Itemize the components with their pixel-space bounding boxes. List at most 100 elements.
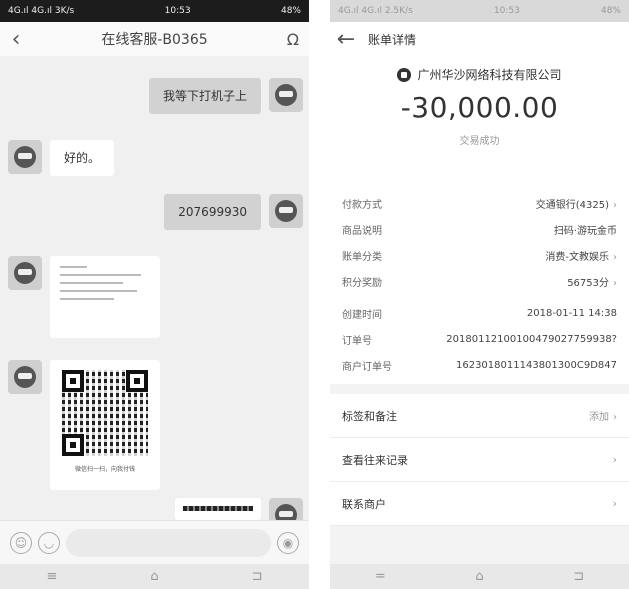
detail-row-order-no: 订单号 20180112100100479027759938? xyxy=(330,326,629,352)
bill-detail-screen: 4G.ıl 4G.ıl 2.5K/s 10:53 48% ← 账单详情 广州华沙… xyxy=(330,0,629,589)
doc-text-line xyxy=(60,274,141,276)
history-row[interactable]: 查看往来记录 › xyxy=(330,438,629,482)
sticker-icon[interactable]: ◡ xyxy=(38,531,60,554)
transaction-summary: 广州华沙网络科技有限公司 -30,000.00 交易成功 xyxy=(330,56,629,186)
status-bar: 4G.ıl 4G.ıl 2.5K/s 10:53 48% xyxy=(330,0,629,22)
chat-title: 在线客服-B0365 xyxy=(101,32,208,48)
doc-text-line xyxy=(60,282,123,284)
detail-label: 积分奖励 xyxy=(342,277,382,289)
merchant-name: 广州华沙网络科技有限公司 xyxy=(417,68,562,82)
merchant-icon xyxy=(397,67,412,82)
system-nav-bar: ≡ ⌂ ⊐ xyxy=(0,564,309,589)
back-icon[interactable]: ⊐ xyxy=(252,569,263,584)
emoji-icon[interactable]: ☺ xyxy=(10,531,32,554)
detail-row-merchant-order-no: 商户订单号 1623018011143801300C9D847 xyxy=(330,352,629,378)
chevron-right-icon: › xyxy=(613,251,617,263)
action-label: 联系商户 xyxy=(342,497,386,511)
detail-value: 消费-文教娱乐 xyxy=(545,251,609,263)
back-arrow-icon[interactable]: ‹ xyxy=(0,27,32,52)
system-nav-bar: = ⌂ ⊐ xyxy=(330,564,629,589)
detail-label: 账单分类 xyxy=(342,251,382,263)
message-incoming xyxy=(8,256,160,338)
trade-status: 交易成功 xyxy=(459,136,500,147)
image-message[interactable] xyxy=(175,498,261,520)
avatar[interactable] xyxy=(8,256,42,290)
profile-icon[interactable]: Ω xyxy=(287,30,299,49)
message-incoming: 微信扫一扫，向我付钱 xyxy=(8,360,160,490)
avatar[interactable] xyxy=(8,140,42,174)
tags-notes-row[interactable]: 标签和备注 添加 › xyxy=(330,394,629,438)
detail-value: 2018-01-11 14:38 xyxy=(526,307,617,319)
message-bubble[interactable]: 好的。 xyxy=(50,140,115,176)
detail-value: 扫码·游玩金币 xyxy=(553,225,617,237)
action-list: 标签和备注 添加 › 查看往来记录 › 联系商户 › xyxy=(330,394,629,526)
home-icon[interactable]: ⌂ xyxy=(475,569,483,584)
message-list[interactable]: 我等下打机子上 好的。 207699930 微信扫一扫，向我付钱 xyxy=(0,56,309,520)
detail-label: 创建时间 xyxy=(342,309,382,321)
detail-label: 商品说明 xyxy=(342,225,382,237)
amount: -30,000.00 xyxy=(400,91,559,124)
chevron-right-icon: › xyxy=(613,412,617,423)
detail-label: 订单号 xyxy=(342,335,372,347)
avatar[interactable] xyxy=(8,360,42,394)
status-bar: 4G.ıl 4G.ıl 3K/s 10:53 48% xyxy=(0,0,309,22)
menu-icon[interactable]: = xyxy=(375,569,386,584)
doc-text-line xyxy=(60,290,137,292)
detail-label: 付款方式 xyxy=(342,199,382,211)
page-title: 账单详情 xyxy=(368,32,417,47)
bill-header: ← 账单详情 xyxy=(330,22,629,56)
signal-indicator: 4G.ıl 4G.ıl 3K/s xyxy=(8,6,75,16)
doc-text-line xyxy=(60,266,87,268)
detail-row-product: 商品说明 扫码·游玩金币 xyxy=(330,216,629,242)
chat-header: ‹ 在线客服-B0365 Ω xyxy=(0,22,309,56)
qr-finder xyxy=(62,434,84,456)
detail-row-points[interactable]: 积分奖励 56753分 › xyxy=(330,268,629,294)
status-time: 10:53 xyxy=(493,6,520,16)
chat-screen: 4G.ıl 4G.ıl 3K/s 10:53 48% ‹ 在线客服-B0365 … xyxy=(0,0,309,589)
qr-finder xyxy=(62,370,84,392)
voice-icon[interactable]: ◉ xyxy=(277,531,299,554)
battery-indicator: 48% xyxy=(600,6,621,16)
detail-label: 商户订单号 xyxy=(342,361,392,373)
detail-value: 交通银行(4325) xyxy=(535,199,609,211)
status-time: 10:53 xyxy=(164,6,191,16)
detail-list: 付款方式 交通银行(4325) › 商品说明 扫码·游玩金币 账单分类 消费-文教… xyxy=(330,186,629,384)
qr-caption: 微信扫一扫，向我付钱 xyxy=(74,466,135,473)
qr-code-image-message[interactable]: 微信扫一扫，向我付钱 xyxy=(50,360,160,490)
back-icon[interactable]: ⊐ xyxy=(573,569,584,584)
document-image-message[interactable] xyxy=(50,256,160,338)
chevron-right-icon: › xyxy=(612,497,617,510)
chevron-right-icon: › xyxy=(613,199,617,211)
detail-value: 20180112100100479027759938? xyxy=(446,333,617,345)
signal-indicator: 4G.ıl 4G.ıl 2.5K/s xyxy=(338,6,413,16)
chevron-right-icon: › xyxy=(613,277,617,289)
message-bubble[interactable]: 我等下打机子上 xyxy=(148,78,261,114)
doc-text-line xyxy=(60,298,114,300)
message-input[interactable] xyxy=(66,528,271,557)
detail-row-payment-method[interactable]: 付款方式 交通银行(4325) › xyxy=(330,190,629,216)
menu-icon[interactable]: ≡ xyxy=(46,569,57,584)
avatar[interactable] xyxy=(269,194,303,228)
home-icon[interactable]: ⌂ xyxy=(150,569,158,584)
merchant: 广州华沙网络科技有限公司 xyxy=(330,66,629,83)
message-bubble[interactable]: 207699930 xyxy=(164,194,261,230)
battery-indicator: 48% xyxy=(280,6,301,16)
message-outgoing: 207699930 xyxy=(164,194,303,230)
qr-finder xyxy=(126,370,148,392)
message-incoming: 好的。 xyxy=(8,140,115,176)
chevron-right-icon: › xyxy=(612,453,617,466)
message-outgoing: 我等下打机子上 xyxy=(148,78,303,114)
action-label: 标签和备注 xyxy=(342,409,397,423)
detail-value: 56753分 xyxy=(567,277,609,289)
message-outgoing xyxy=(175,498,303,520)
avatar[interactable] xyxy=(269,498,303,520)
qr-code xyxy=(62,370,148,456)
detail-row-created: 创建时间 2018-01-11 14:38 xyxy=(330,300,629,326)
input-bar: ☺ ◡ ◉ xyxy=(0,520,309,564)
detail-row-category[interactable]: 账单分类 消费-文教娱乐 › xyxy=(330,242,629,268)
action-value: 添加 xyxy=(589,412,609,423)
detail-value: 1623018011143801300C9D847 xyxy=(455,359,617,371)
back-arrow-icon[interactable]: ← xyxy=(330,27,362,52)
contact-merchant-row[interactable]: 联系商户 › xyxy=(330,482,629,526)
avatar[interactable] xyxy=(269,78,303,112)
